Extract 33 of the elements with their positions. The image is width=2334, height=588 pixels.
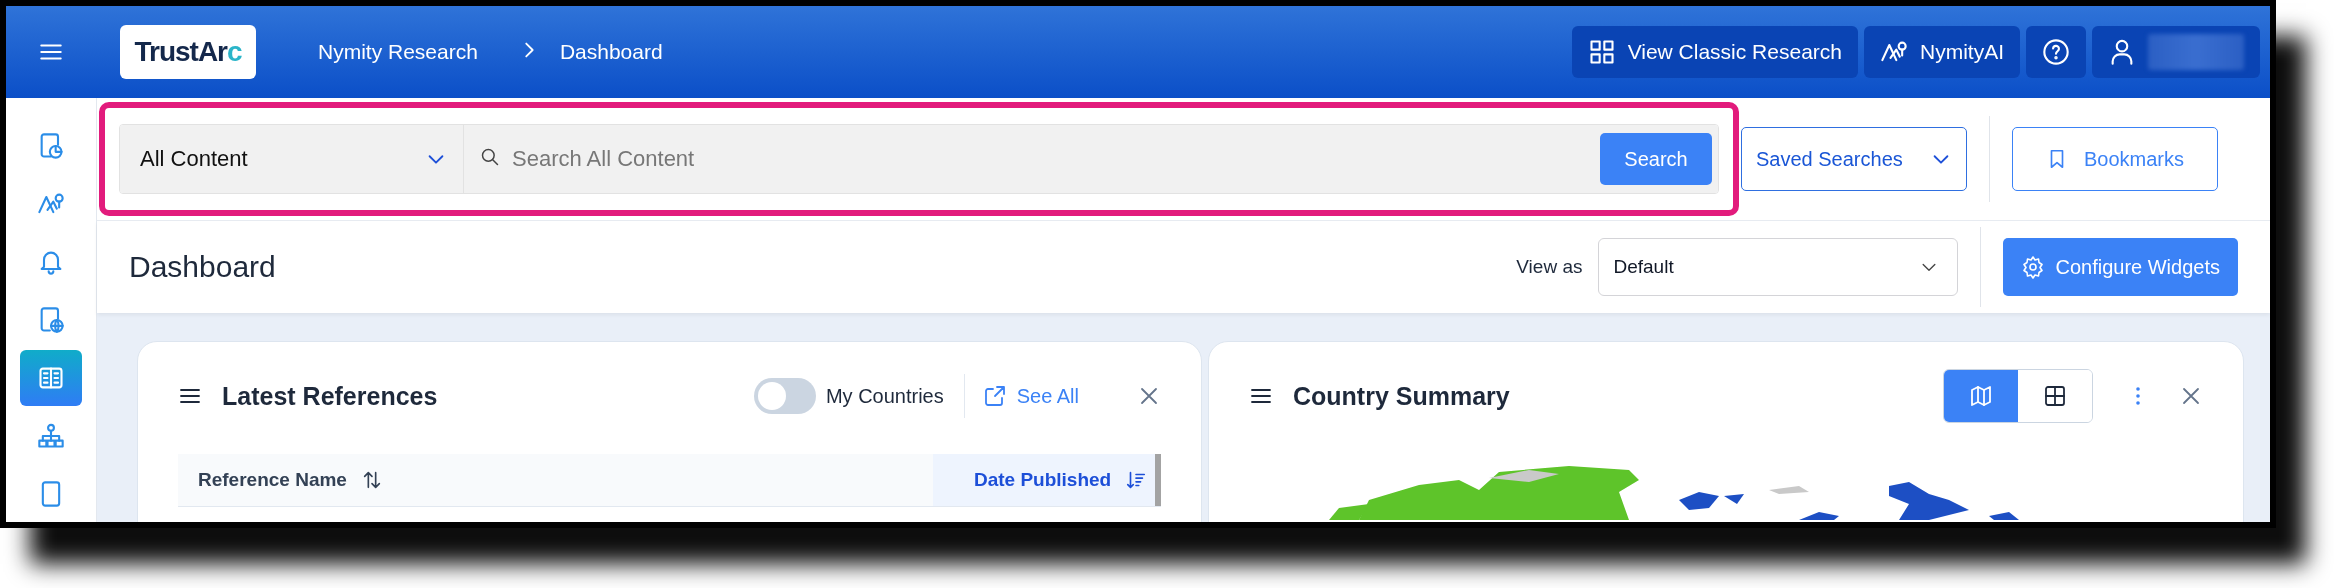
configure-widgets-button[interactable]: Configure Widgets: [2003, 238, 2238, 296]
logo[interactable]: TrustArc: [120, 25, 256, 79]
more-button[interactable]: [2135, 385, 2141, 407]
ai-button[interactable]: NymityAI: [1864, 26, 2020, 78]
page-title: Dashboard: [129, 250, 276, 284]
see-all-link[interactable]: See All: [982, 384, 1079, 408]
view-as-label: View as: [1516, 256, 1583, 278]
widget-title: Country Summary: [1293, 381, 1510, 411]
more-icon: [2135, 385, 2141, 407]
map-icon: [1969, 384, 1993, 408]
breadcrumb-link[interactable]: Dashboard: [559, 40, 663, 64]
sidebar-item[interactable]: [20, 350, 82, 406]
saved-searches-dropdown[interactable]: Saved Searches: [1741, 127, 1967, 191]
scope-dropdown[interactable]: All Content: [120, 125, 464, 193]
table-icon: [2043, 384, 2067, 408]
column-header[interactable]: Date Published: [932, 454, 1156, 506]
sort-descending-icon: [1125, 469, 1148, 491]
widget-title: Latest References: [222, 381, 438, 411]
external-link-icon: [982, 384, 1007, 408]
help-button[interactable]: [2026, 26, 2086, 78]
hierarchy-icon: [37, 422, 65, 450]
bookmarks-button[interactable]: Bookmarks: [2012, 127, 2218, 191]
classic-research-button[interactable]: View Classic Research: [1571, 26, 1858, 78]
search-button[interactable]: Search: [1600, 133, 1712, 185]
grid-icon: [1587, 38, 1616, 66]
toggle-switch[interactable]: [753, 378, 816, 414]
column-header[interactable]: Reference Name: [178, 454, 933, 506]
gear-icon: [2021, 255, 2046, 279]
breadcrumb-link[interactable]: Nymity Research: [318, 40, 478, 64]
search-icon: [480, 147, 500, 167]
view-as-dropdown[interactable]: Default: [1598, 238, 1959, 296]
help-icon: [2042, 38, 2070, 66]
toggle-label: My Countries: [825, 384, 944, 408]
